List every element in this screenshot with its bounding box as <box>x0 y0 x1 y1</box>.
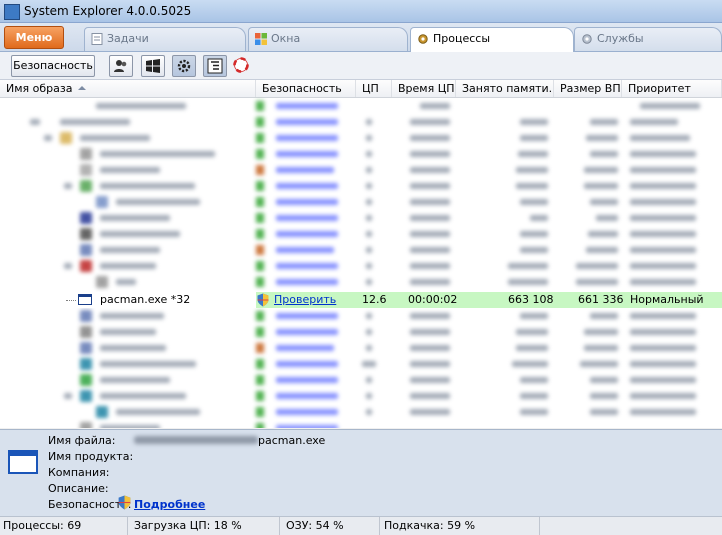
col-security[interactable]: Безопасность <box>256 80 356 97</box>
users-icon <box>114 60 127 72</box>
table-row <box>0 258 722 274</box>
table-row <box>0 242 722 258</box>
window-title: System Explorer 4.0.0.5025 <box>24 4 192 18</box>
more-details-link[interactable]: Подробнее <box>134 498 205 511</box>
company-label: Компания: <box>48 466 110 479</box>
windows-icon <box>255 33 267 45</box>
tab-processes[interactable]: Процессы <box>410 27 574 52</box>
users-button[interactable] <box>109 55 133 77</box>
process-cpu: 12.6 <box>362 293 387 306</box>
table-row <box>0 98 722 114</box>
status-cpu-load: Загрузка ЦП: 18 % <box>128 517 280 535</box>
table-row <box>0 340 722 356</box>
tree-connector <box>66 300 76 301</box>
tab-services[interactable]: Службы <box>574 27 722 51</box>
gear-icon <box>177 59 191 73</box>
product-label: Имя продукта: <box>48 450 134 463</box>
table-row <box>0 388 722 404</box>
table-row <box>0 420 722 428</box>
lifebuoy-button[interactable] <box>233 57 249 73</box>
tab-tasks[interactable]: Задачи <box>84 27 246 51</box>
title-bar: System Explorer 4.0.0.5025 <box>0 0 722 23</box>
security-button[interactable]: Безопасность <box>11 55 95 77</box>
col-vm-size[interactable]: Размер ВП <box>554 80 622 97</box>
process-vm-size: 661 336 <box>578 293 624 306</box>
table-row <box>0 356 722 372</box>
process-priority: Нормальный <box>630 293 704 306</box>
shield-icon <box>118 495 131 510</box>
sort-arrow-icon <box>78 86 86 90</box>
process-memory: 663 108 <box>508 293 554 306</box>
table-row <box>0 324 722 340</box>
table-row-selected[interactable]: pacman.exe *32 Проверить 12.6 00:00:02 6… <box>0 292 722 308</box>
tab-tasks-label: Задачи <box>107 32 149 45</box>
table-row <box>0 114 722 130</box>
table-row <box>0 146 722 162</box>
tasks-icon <box>91 33 103 45</box>
processes-view-button[interactable] <box>172 55 196 77</box>
process-window-icon <box>78 294 92 305</box>
table-row <box>0 210 722 226</box>
table-row <box>0 162 722 178</box>
status-swap: Подкачка: 59 % <box>380 517 540 535</box>
tree-view-icon <box>207 58 223 74</box>
table-row <box>0 226 722 242</box>
tab-windows[interactable]: Окна <box>248 27 408 51</box>
tab-windows-label: Окна <box>271 32 301 45</box>
verify-link[interactable]: Проверить <box>274 292 336 308</box>
details-panel: Имя файла: pacman.exe Имя продукта: Комп… <box>0 429 722 517</box>
table-row <box>0 130 722 146</box>
table-row <box>0 178 722 194</box>
table-row <box>0 274 722 290</box>
file-window-icon <box>8 450 38 474</box>
tab-processes-label: Процессы <box>433 32 491 45</box>
status-bar: Процессы: 69 Загрузка ЦП: 18 % ОЗУ: 54 %… <box>0 516 722 535</box>
table-row <box>0 372 722 388</box>
toolbar: Безопасность <box>0 52 722 80</box>
process-table: Имя образа Безопасность ЦП Время ЦП Заня… <box>0 80 722 428</box>
lifebuoy-icon <box>233 57 249 73</box>
table-row <box>0 194 722 210</box>
table-header: Имя образа Безопасность ЦП Время ЦП Заня… <box>0 80 722 98</box>
gear-icon <box>418 34 428 44</box>
tab-strip: Меню Задачи Окна Процессы Службы <box>0 23 722 52</box>
col-memory[interactable]: Занято памяти... <box>456 80 554 97</box>
windows-button[interactable] <box>141 55 165 77</box>
file-name-label: Имя файла: <box>48 434 116 447</box>
process-cpu-time: 00:00:02 <box>408 293 458 306</box>
app-icon <box>4 4 20 20</box>
tree-view-button[interactable] <box>203 55 227 77</box>
status-processes: Процессы: 69 <box>0 517 128 535</box>
windows-logo-icon <box>146 59 160 73</box>
services-gear-icon <box>582 34 592 44</box>
description-label: Описание: <box>48 482 109 495</box>
process-name: pacman.exe *32 <box>100 293 191 306</box>
col-cpu[interactable]: ЦП <box>356 80 392 97</box>
table-row <box>0 308 722 324</box>
status-ram: ОЗУ: 54 % <box>280 517 380 535</box>
file-name-value: pacman.exe <box>258 434 326 447</box>
table-row <box>0 404 722 420</box>
col-image-name[interactable]: Имя образа <box>0 80 256 97</box>
menu-button[interactable]: Меню <box>4 26 64 49</box>
col-priority[interactable]: Приоритет <box>622 80 722 97</box>
shield-icon <box>257 293 269 307</box>
tab-services-label: Службы <box>597 32 644 45</box>
col-cpu-time[interactable]: Время ЦП <box>392 80 456 97</box>
file-path-blurred <box>134 436 258 444</box>
